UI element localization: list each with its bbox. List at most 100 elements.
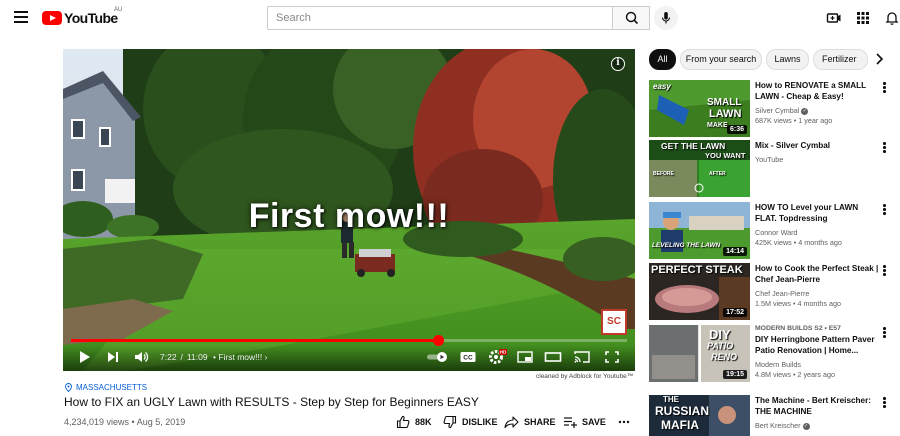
- video-thumbnail[interactable]: PERFECT STEAK 17:52: [649, 263, 750, 320]
- miniplayer-icon[interactable]: [516, 348, 534, 366]
- video-meta: 4.8M views • 2 years ago: [755, 370, 836, 379]
- series-episode-label: MODERN BUILDS S2 • E57: [755, 325, 841, 332]
- thumbs-down-icon: [443, 415, 457, 429]
- thumb-caption: THE: [663, 395, 679, 404]
- video-thumbnail[interactable]: easy SMALL LAWN MAKE 6:36: [649, 80, 750, 137]
- volume-icon[interactable]: [133, 348, 151, 366]
- more-vertical-icon[interactable]: [883, 327, 887, 339]
- more-vertical-icon[interactable]: [883, 142, 887, 154]
- adblock-note: cleaned by Adblock for Youtube™: [536, 373, 634, 380]
- notifications-bell-icon[interactable]: [884, 10, 900, 26]
- recommended-title[interactable]: How to Cook the Perfect Steak | Chef Jea…: [755, 263, 881, 285]
- share-button[interactable]: SHARE: [504, 414, 556, 430]
- youtube-play-icon: [42, 11, 62, 25]
- recommended-title[interactable]: How to RENOVATE a SMALL LAWN - Cheap & E…: [755, 80, 881, 102]
- captions-icon[interactable]: CC: [459, 348, 477, 366]
- recommended-title[interactable]: DIY Herringbone Pattern Paver Patio Reno…: [755, 334, 881, 356]
- settings-gear-icon[interactable]: HD: [487, 348, 507, 366]
- current-time: 7:22: [160, 352, 177, 362]
- search-field: [267, 6, 613, 30]
- save-playlist-icon: [564, 417, 577, 428]
- voice-search-button[interactable]: [654, 6, 678, 30]
- recommended-title[interactable]: Mix - Silver Cymbal: [755, 140, 881, 151]
- dislike-button[interactable]: DISLIKE: [443, 414, 498, 430]
- verified-check-icon: ✓: [801, 107, 809, 115]
- channel-watermark-logo[interactable]: SC: [601, 309, 627, 335]
- recommended-title[interactable]: The Machine - Bert Kreischer: THE MACHIN…: [755, 395, 881, 417]
- top-bar: YouTube AU: [0, 0, 900, 36]
- more-vertical-icon[interactable]: [883, 82, 887, 94]
- recommended-episode[interactable]: DIY PATIO RENO 19:15 MODERN BUILDS S2 • …: [649, 325, 899, 383]
- video-duration: 17:52: [723, 308, 747, 317]
- thumb-caption: GET THE LAWN: [661, 141, 726, 151]
- video-duration: 14:14: [723, 247, 747, 256]
- hd-badge: HD: [500, 350, 507, 355]
- recommended-video[interactable]: easy SMALL LAWN MAKE 6:36 How to RENOVAT…: [649, 80, 899, 138]
- video-meta: 687K views • 1 year ago: [755, 116, 833, 125]
- channel-name[interactable]: YouTube: [755, 155, 881, 164]
- video-duration: 19:15: [723, 370, 747, 379]
- recommended-video[interactable]: THE RUSSIAN MAFIA The Machine - Bert Kre…: [649, 395, 899, 436]
- save-button[interactable]: SAVE: [563, 414, 606, 430]
- chip-from-your-search[interactable]: From your search: [680, 49, 762, 70]
- video-progress-bar[interactable]: [71, 335, 627, 346]
- video-thumbnail[interactable]: DIY PATIO RENO 19:15: [649, 325, 750, 382]
- thumb-caption: LAWN: [709, 108, 742, 120]
- cast-icon[interactable]: [573, 348, 591, 366]
- channel-name[interactable]: Connor Ward: [755, 228, 881, 237]
- more-vertical-icon[interactable]: [883, 397, 887, 409]
- video-duration: 6:36: [726, 125, 747, 134]
- video-thumbnail[interactable]: THE RUSSIAN MAFIA: [649, 395, 750, 436]
- more-vertical-icon[interactable]: [883, 265, 887, 277]
- chip-fertilizer[interactable]: Fertilizer: [813, 49, 868, 70]
- channel-name[interactable]: Bert Kreischer: [755, 421, 801, 430]
- view-count-date: 4,234,019 views • Aug 5, 2019: [64, 417, 186, 427]
- chip-lawns[interactable]: Lawns: [766, 49, 809, 70]
- thumb-caption: RUSSIAN: [655, 404, 710, 418]
- youtube-logo[interactable]: YouTube: [42, 10, 118, 26]
- search-button[interactable]: [612, 6, 650, 30]
- thumb-caption: DIY: [709, 327, 731, 342]
- more-actions-button[interactable]: [618, 414, 635, 430]
- search-icon: [625, 11, 639, 25]
- thumb-caption: MAKE: [707, 122, 728, 129]
- channel-name[interactable]: Modern Builds: [755, 360, 881, 369]
- thumb-caption: YOU WANT: [705, 151, 746, 160]
- thumb-caption: AFTER: [709, 171, 726, 177]
- verified-check-icon: ✓: [802, 422, 810, 430]
- video-info-icon[interactable]: i: [611, 57, 625, 71]
- thumb-caption: BEFORE: [653, 171, 674, 177]
- video-progress-fill: [71, 339, 438, 342]
- share-label: SHARE: [524, 417, 556, 427]
- video-thumbnail[interactable]: GET THE LAWN YOU WANT BEFORE AFTER: [649, 140, 750, 197]
- chip-all[interactable]: All: [649, 49, 676, 70]
- player-controls: 7:22/11:09 • First mow!!! › CC HD: [63, 345, 635, 371]
- autoplay-toggle-icon[interactable]: [425, 348, 449, 366]
- like-button[interactable]: 88K: [396, 414, 432, 430]
- fullscreen-icon[interactable]: [603, 348, 621, 366]
- recommended-title[interactable]: HOW TO Level your LAWN FLAT. Topdressing: [755, 202, 881, 224]
- time-display: 7:22/11:09: [160, 352, 212, 362]
- video-thumbnail[interactable]: LEVELING THE LAWN 14:14: [649, 202, 750, 259]
- theater-mode-icon[interactable]: [544, 348, 562, 366]
- chevron-right-icon[interactable]: [872, 51, 886, 67]
- next-video-icon[interactable]: [105, 348, 121, 366]
- apps-grid-icon[interactable]: [855, 10, 871, 26]
- search-input[interactable]: [268, 7, 612, 29]
- location-pin-icon: [65, 383, 72, 392]
- play-icon[interactable]: [77, 348, 93, 366]
- more-vertical-icon[interactable]: [883, 204, 887, 216]
- channel-name[interactable]: Silver Cymbal: [755, 106, 799, 115]
- hamburger-menu-icon[interactable]: [14, 11, 28, 23]
- recommended-video[interactable]: LEVELING THE LAWN 14:14 HOW TO Level you…: [649, 202, 899, 260]
- recommended-video[interactable]: PERFECT STEAK 17:52 How to Cook the Perf…: [649, 263, 899, 321]
- chapter-title[interactable]: • First mow!!! ›: [213, 352, 267, 362]
- recommended-mix[interactable]: GET THE LAWN YOU WANT BEFORE AFTER Mix -…: [649, 140, 899, 198]
- channel-name[interactable]: Chef Jean-Pierre: [755, 289, 881, 298]
- thumb-caption: LEVELING THE LAWN: [652, 242, 721, 249]
- video-meta: 1.5M views • 4 months ago: [755, 299, 842, 308]
- location-tag[interactable]: MASSACHUSETTS: [64, 383, 147, 392]
- create-video-icon[interactable]: [826, 10, 842, 26]
- thumbs-up-icon: [396, 415, 410, 429]
- video-player[interactable]: First mow!!! i SC 7:22/11:09 • First mow…: [63, 49, 635, 371]
